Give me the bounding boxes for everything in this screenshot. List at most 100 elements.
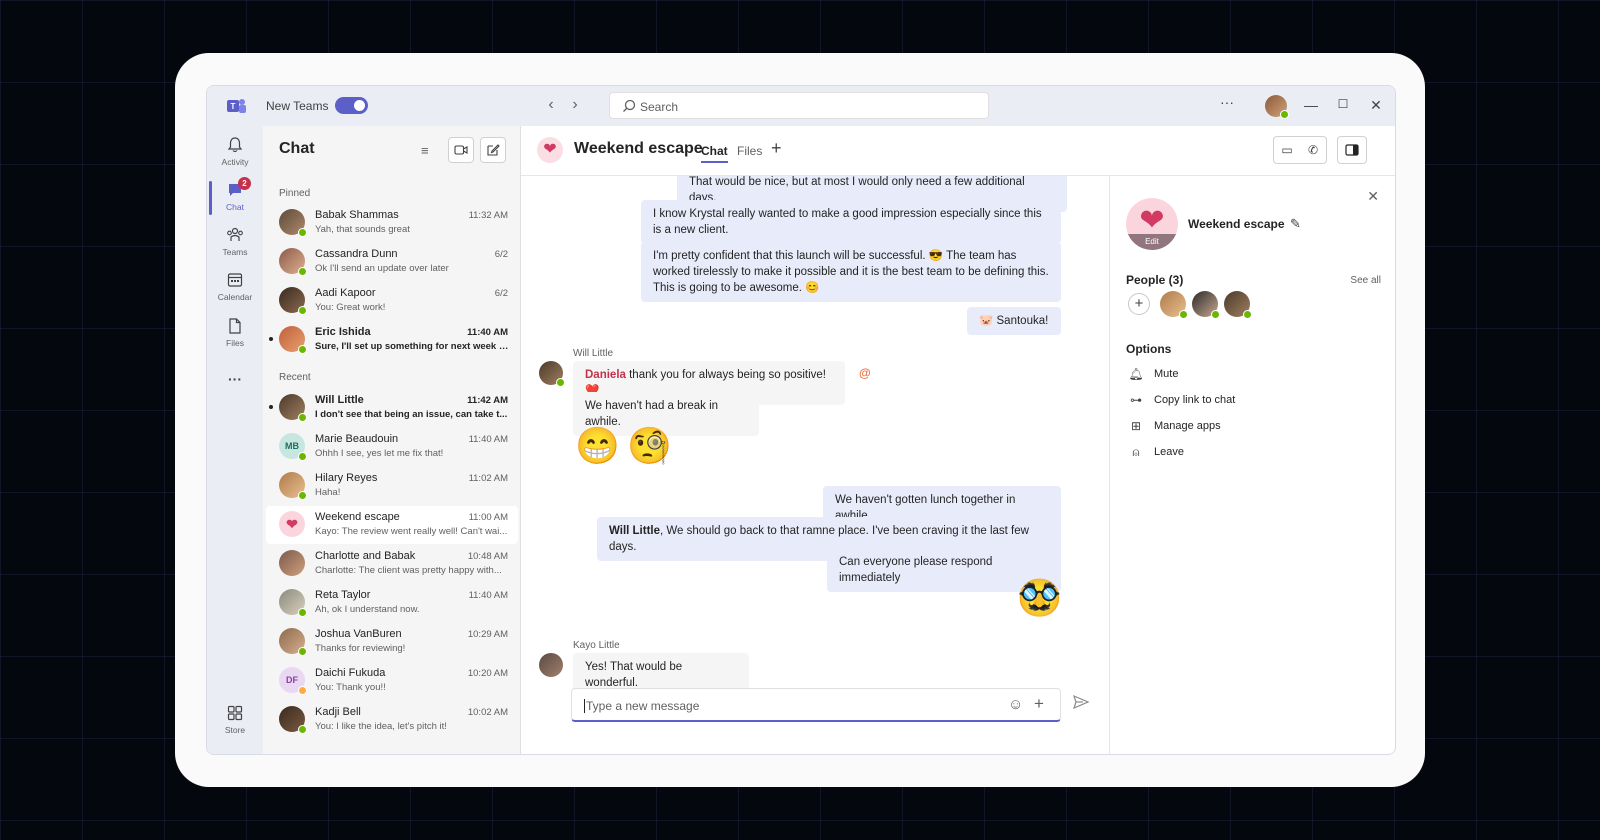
chat-preview: Yah, that sounds great	[315, 224, 410, 235]
presence-available-icon	[298, 306, 307, 315]
rail-item-activity[interactable]: Activity	[207, 132, 263, 176]
tab-chat[interactable]: Chat	[701, 144, 728, 163]
emoji-picker-icon[interactable]: ☺	[1008, 696, 1023, 713]
chat-item-kadji-bell[interactable]: Kadji Bell 10:02 AM You: I like the idea…	[266, 701, 518, 739]
participant-avatar[interactable]	[1192, 291, 1220, 319]
chat-title: Weekend escape	[574, 140, 703, 157]
video-call-icon[interactable]: ▭	[1274, 137, 1300, 163]
more-apps-icon[interactable]: ···	[207, 371, 263, 415]
rail-item-teams[interactable]: Teams	[207, 222, 263, 266]
add-tab-icon[interactable]: +	[771, 138, 782, 159]
open-details-button[interactable]	[1337, 136, 1367, 164]
user-avatar[interactable]	[1265, 95, 1289, 119]
chat-item-weekend-escape[interactable]: ❤ Weekend escape 11:00 AM Kayo: The revi…	[266, 506, 518, 544]
chat-item-babak-shammas[interactable]: Babak Shammas 11:32 AM Yah, that sounds …	[266, 204, 518, 242]
rail-item-chat[interactable]: 2 Chat	[207, 177, 263, 221]
group-avatar[interactable]: ❤	[537, 137, 563, 163]
group-avatar-large[interactable]: ❤ Edit	[1126, 198, 1178, 250]
chat-name: Marie Beaudouin	[315, 433, 399, 445]
search-input[interactable]: Search	[609, 92, 989, 119]
teams-window: T New Teams ‹ › Search ··· — ☐ ✕ Activit…	[206, 85, 1396, 755]
option-copy-link[interactable]: ⊶ Copy link to chat	[1126, 391, 1366, 411]
message-bubble: I know Krystal really wanted to make a g…	[641, 200, 1061, 244]
avatar	[539, 653, 563, 677]
maximize-icon[interactable]: ☐	[1334, 97, 1352, 111]
chat-name: Charlotte and Babak	[315, 550, 416, 562]
composer-placeholder: Type a new message	[584, 699, 700, 713]
chat-name: Will Little	[315, 394, 364, 406]
chat-time: 6/2	[494, 249, 508, 260]
avatar	[279, 326, 307, 354]
tab-files[interactable]: Files	[737, 144, 762, 158]
rail-item-calendar[interactable]: Calendar	[207, 267, 263, 311]
chat-name: Hilary Reyes	[315, 472, 378, 484]
chat-time: 10:48 AM	[467, 551, 508, 562]
chat-item-aadi-kapoor[interactable]: Aadi Kapoor 6/2 You: Great work!	[266, 282, 518, 320]
teams-icon	[227, 227, 243, 241]
new-chat-button[interactable]	[480, 137, 506, 163]
meet-now-button[interactable]	[448, 137, 474, 163]
close-window-icon[interactable]: ✕	[1367, 97, 1385, 114]
participant-avatar[interactable]	[1224, 291, 1252, 319]
rail-label: Activity	[221, 157, 249, 167]
new-teams-label: New Teams	[266, 99, 329, 113]
link-icon: ⊶	[1130, 393, 1142, 407]
see-all-link[interactable]: See all	[1350, 275, 1381, 286]
edit-avatar-label[interactable]: Edit	[1126, 234, 1178, 250]
minimize-icon[interactable]: —	[1302, 97, 1320, 113]
chat-preview: You: Great work!	[315, 302, 386, 313]
monocle-emoji-icon: 🧐	[627, 425, 672, 466]
message-list: That would be nice, but at most I would …	[521, 176, 1109, 706]
call-buttons: ▭ ✆	[1273, 136, 1327, 164]
filter-icon[interactable]: ≡	[421, 143, 429, 158]
chat-item-cassandra-dunn[interactable]: Cassandra Dunn 6/2 Ok I'll send an updat…	[266, 243, 518, 281]
option-manage-apps[interactable]: ⊞ Manage apps	[1126, 417, 1366, 437]
option-mute[interactable]: 🔔︎ Mute	[1126, 365, 1366, 385]
option-leave[interactable]: ⍝ Leave	[1126, 443, 1366, 463]
chat-item-joshua-vanburen[interactable]: Joshua VanBuren 10:29 AM Thanks for revi…	[266, 623, 518, 661]
store-icon	[227, 705, 243, 721]
rail-item-store[interactable]: Store	[207, 700, 263, 744]
send-icon[interactable]	[1073, 695, 1089, 709]
chat-name: Aadi Kapoor	[315, 287, 376, 299]
attach-plus-icon[interactable]: +	[1034, 694, 1044, 714]
presence-available-icon	[298, 608, 307, 617]
heart-icon: ❤	[543, 141, 557, 158]
audio-call-icon[interactable]: ✆	[1300, 137, 1326, 163]
avatar	[279, 209, 307, 237]
chat-preview: Charlotte: The client was pretty happy w…	[315, 565, 502, 576]
pencil-icon[interactable]: ✎	[1290, 216, 1301, 232]
chat-name: Daichi Fukuda	[315, 667, 386, 679]
chat-item-daichi-fukuda[interactable]: DF Daichi Fukuda 10:20 AM You: Thank you…	[266, 662, 518, 700]
rail-item-files[interactable]: Files	[207, 313, 263, 357]
chat-time: 11:02 AM	[468, 473, 508, 484]
option-label: Copy link to chat	[1154, 394, 1236, 406]
chat-preview: Ok I'll send an update over later	[315, 263, 449, 274]
more-options-icon[interactable]: ···	[1218, 94, 1236, 110]
presence-available-icon	[1280, 110, 1289, 119]
back-arrow-icon[interactable]: ‹	[543, 96, 559, 114]
chat-item-marie-beaudouin[interactable]: MB Marie Beaudouin 11:40 AM Ohhh I see, …	[266, 428, 518, 466]
forward-arrow-icon[interactable]: ›	[567, 96, 583, 114]
chat-list-title: Chat	[279, 140, 315, 157]
chat-item-hilary-reyes[interactable]: Hilary Reyes 11:02 AM Haha!	[266, 467, 518, 505]
mention[interactable]: Daniela	[585, 369, 626, 381]
close-panel-icon[interactable]: ✕	[1367, 188, 1379, 205]
chat-item-eric-ishida[interactable]: Eric Ishida 11:40 AM Sure, I'll set up s…	[266, 321, 518, 359]
new-teams-toggle[interactable]	[335, 97, 368, 114]
avatar	[279, 472, 307, 500]
participant-avatar[interactable]	[1160, 291, 1188, 319]
chat-item-will-little[interactable]: Will Little 11:42 AM I don't see that be…	[266, 389, 518, 427]
chat-name: Joshua VanBuren	[315, 628, 402, 640]
chat-preview: I don't see that being an issue, can tak…	[315, 409, 508, 420]
message-composer[interactable]: Type a new message ☺ +	[571, 688, 1061, 722]
chat-item-reta-taylor[interactable]: Reta Taylor 11:40 AM Ah, ok I understand…	[266, 584, 518, 622]
avatar: MB	[279, 433, 307, 461]
chat-name: Reta Taylor	[315, 589, 371, 601]
option-label: Mute	[1154, 368, 1179, 380]
add-person-icon[interactable]: +	[1128, 293, 1150, 315]
bell-icon: 🔔︎	[1128, 367, 1144, 381]
recent-section-label: Recent	[279, 372, 311, 383]
chat-item-charlotte-and-babak[interactable]: Charlotte and Babak 10:48 AM Charlotte: …	[266, 545, 518, 583]
message-text-bold: Will Little	[609, 525, 661, 537]
